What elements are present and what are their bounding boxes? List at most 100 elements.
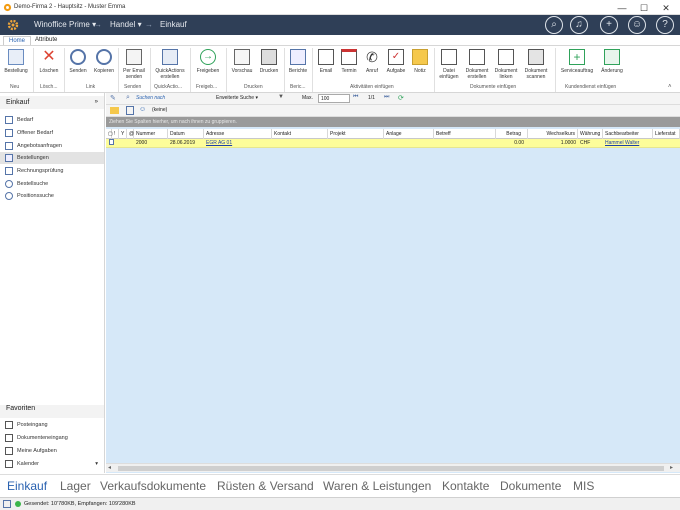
table-row[interactable]: 2000 28.06.2019 EGR AG 01 0.00 1.0000 CH… <box>106 139 680 148</box>
freigeben-button[interactable]: → Freigeben <box>193 49 223 74</box>
horizontal-scrollbar[interactable]: ◂ ▸ <box>106 463 680 472</box>
tab-attribute[interactable]: Attribute <box>30 36 62 44</box>
fav-dokumenteneingang[interactable]: Dokumenteneingang <box>0 432 104 444</box>
dokument-scannen-button[interactable]: Dokument scannen <box>521 49 551 80</box>
col-kontakt[interactable]: Kontakt <box>272 129 328 139</box>
col-sachbearbeiter[interactable]: Sachbearbeiter <box>603 129 653 139</box>
calendar-icon <box>5 460 13 468</box>
module-ruesten-versand[interactable]: Rüsten & Versand <box>217 479 314 493</box>
dokument-erstellen-button[interactable]: Dokument erstellen <box>463 49 491 80</box>
scroll-right-icon[interactable]: ▸ <box>670 464 673 471</box>
pin-icon[interactable]: » <box>95 96 98 109</box>
folder-icon[interactable] <box>110 107 119 114</box>
col-betreff[interactable]: Betreff <box>434 129 496 139</box>
module-lager[interactable]: Lager <box>60 479 91 493</box>
link-senden-button[interactable]: Senden <box>66 49 90 74</box>
edit-icon[interactable]: ✎ <box>110 94 116 102</box>
filter-value[interactable]: (keine) <box>152 107 167 113</box>
filter-icon[interactable]: ▼ <box>278 94 284 100</box>
aufgabe-button[interactable]: ✓ Aufgabe <box>384 49 408 74</box>
serviceauftrag-button[interactable]: + Serviceauftrag <box>557 49 597 74</box>
bestellungen-icon <box>5 154 13 162</box>
notiz-button[interactable]: Notiz <box>409 49 431 74</box>
scroll-thumb[interactable] <box>118 466 664 471</box>
status-text: Gesendet: 10'780KB, Empfangen: 109'280KB <box>24 501 136 507</box>
col-nummer[interactable]: Nummer <box>134 129 168 139</box>
anruf-button[interactable]: ✆ Anruf <box>361 49 383 74</box>
sidebar-item-bedarf[interactable]: Bedarf <box>0 114 104 126</box>
minimize-button[interactable]: — <box>612 2 632 14</box>
refresh-icon[interactable]: ⟳ <box>398 94 404 102</box>
termin-button[interactable]: Termin <box>338 49 360 74</box>
module-dokumente[interactable]: Dokumente <box>500 479 561 493</box>
quickactions-button[interactable]: QuickActions erstellen <box>152 49 188 80</box>
add-icon[interactable]: + <box>600 16 618 34</box>
col-datum[interactable]: Datum <box>168 129 204 139</box>
berichte-button[interactable]: Berichte <box>286 49 310 74</box>
module-kontakte[interactable]: Kontakte <box>442 479 489 493</box>
module-mis[interactable]: MIS <box>573 479 594 493</box>
close-button[interactable]: ✕ <box>656 2 676 14</box>
help-icon[interactable]: ? <box>656 16 674 34</box>
vorschau-button[interactable]: Vorschau <box>229 49 255 74</box>
breadcrumb-einkauf[interactable]: Einkauf <box>160 20 187 29</box>
col-betrag[interactable]: Betrag <box>496 129 528 139</box>
col-anlage[interactable]: Anlage <box>384 129 434 139</box>
col-projekt[interactable]: Projekt <box>328 129 384 139</box>
search-input[interactable]: Suchen nach <box>136 95 208 103</box>
sidebar-item-offener-bedarf[interactable]: Offener Bedarf <box>0 127 104 139</box>
col-waehrung[interactable]: Währung <box>578 129 603 139</box>
chevron-down-icon[interactable]: ▾ <box>95 458 98 470</box>
kopieren-button[interactable]: Kopieren <box>92 49 116 74</box>
bestellung-button[interactable]: Bestellung <box>3 49 29 74</box>
cell-adresse-link[interactable]: EGR AG 01 <box>204 139 272 148</box>
fav-meine-aufgaben[interactable]: Meine Aufgaben <box>0 445 104 457</box>
attachment-col-icon[interactable]: @ <box>127 129 134 139</box>
collapse-ribbon-icon[interactable]: ˄ <box>668 84 672 90</box>
sidebar-item-angebotsanfragen[interactable]: Angebotsanfragen <box>0 140 104 152</box>
priority-col-icon[interactable]: ! <box>112 129 119 139</box>
group-label: Link <box>86 84 96 90</box>
sidebar-item-rechnungspruefung[interactable]: Rechnungsprüfung <box>0 165 104 177</box>
fav-kalender[interactable]: Kalender ▾ <box>0 458 104 470</box>
breadcrumb-handel[interactable]: Handel ▾ <box>110 20 142 29</box>
group-panel[interactable]: Ziehen Sie Spalten hierher, um nach ihne… <box>106 117 680 127</box>
module-waren-leistungen[interactable]: Waren & Leistungen <box>323 479 431 493</box>
search-icon[interactable]: ⌕ <box>545 16 563 34</box>
bell-icon[interactable]: ♫ <box>570 16 588 34</box>
user-icon[interactable]: ☺ <box>139 106 146 113</box>
sidebar-item-bestellsuche[interactable]: Bestellsuche <box>0 178 104 190</box>
view-icon[interactable] <box>126 106 134 115</box>
col-adresse[interactable]: Adresse <box>204 129 272 139</box>
tab-home[interactable]: Home <box>3 36 32 45</box>
email-button[interactable]: Email <box>315 49 337 74</box>
sidebar: Einkauf» Bedarf Offener Bedarf Angebotsa… <box>0 93 105 473</box>
filter-col-icon[interactable]: Y <box>119 129 127 139</box>
app-menu[interactable]: Winoffice Prime ▾ <box>34 20 96 29</box>
erweiterte-suche-button[interactable]: Erweiterte Suche ▾ <box>216 95 258 101</box>
group-label: Dokumente einfügen <box>470 84 517 90</box>
drucken-button[interactable]: Drucken <box>256 49 282 74</box>
sidebar-item-bestellungen[interactable]: Bestellungen <box>0 152 104 164</box>
loeschen-button[interactable]: ✕ Löschen <box>36 49 62 75</box>
module-verkaufsdokumente[interactable]: Verkaufsdokumente <box>100 479 206 493</box>
gear-icon[interactable] <box>6 18 20 32</box>
first-page-icon[interactable]: ⏮ <box>353 94 358 101</box>
scroll-left-icon[interactable]: ◂ <box>108 464 111 471</box>
quickactions-icon <box>162 49 178 65</box>
sidebar-item-positionssuche[interactable]: Positionssuche <box>0 190 104 202</box>
fav-posteingang[interactable]: Posteingang <box>0 419 104 431</box>
cell-sachbearbeiter-link[interactable]: Hammel Walter <box>603 139 653 148</box>
module-einkauf[interactable]: Einkauf <box>7 479 47 493</box>
col-lieferstatus[interactable]: Lieferstat <box>653 129 680 139</box>
last-page-icon[interactable]: ⏭ <box>384 94 389 101</box>
datei-einfuegen-button[interactable]: Datei einfügen <box>436 49 462 80</box>
col-wechselkurs[interactable]: Wechselkurs <box>528 129 578 139</box>
max-select[interactable]: 100 <box>318 94 350 103</box>
per-email-senden-button[interactable]: Per Email senden <box>120 49 148 80</box>
search-icon <box>5 192 13 200</box>
user-icon[interactable]: ☺ <box>628 16 646 34</box>
dokument-linken-button[interactable]: Dokument linken <box>492 49 520 80</box>
aenderung-button[interactable]: Änderung <box>598 49 626 74</box>
maximize-button[interactable]: ☐ <box>634 2 654 14</box>
